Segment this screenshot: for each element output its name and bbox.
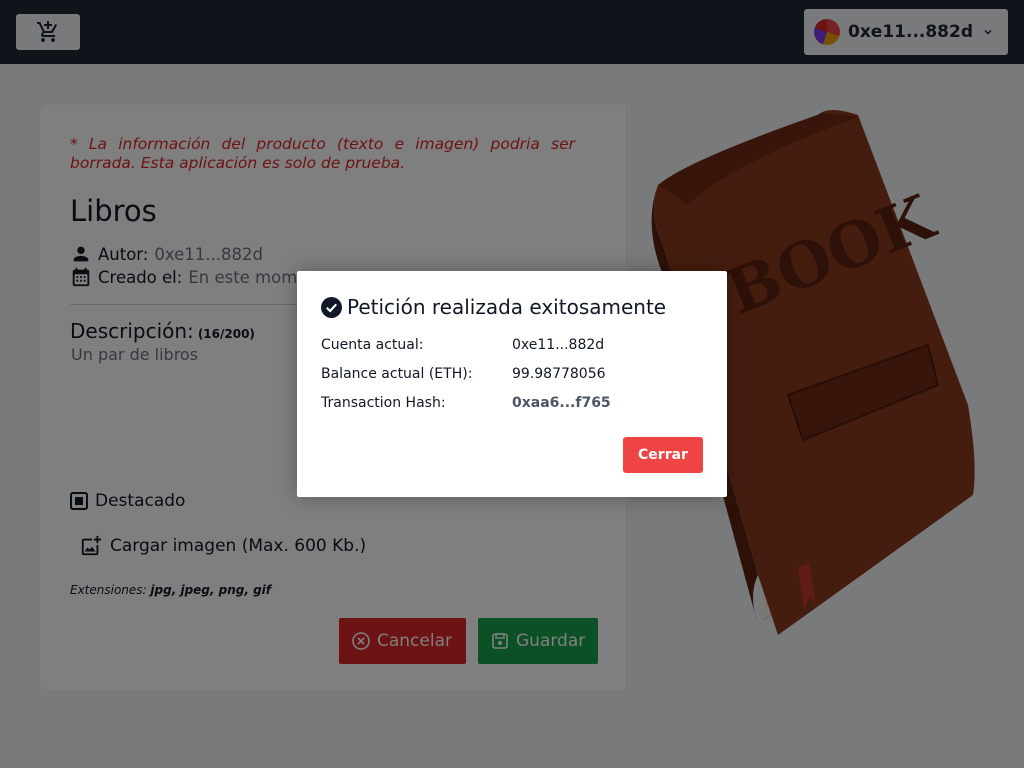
transaction-hash-label: Transaction Hash: xyxy=(321,395,446,411)
balance-value: 99.98778056 xyxy=(512,366,606,382)
modal-title-text: Petición realizada exitosamente xyxy=(347,295,667,319)
success-modal: Petición realizada exitosamente Cuenta a… xyxy=(297,271,727,497)
check-circle-icon xyxy=(321,296,342,318)
transaction-hash-link[interactable]: 0xaa6...f765 xyxy=(512,395,611,411)
modal-title: Petición realizada exitosamente xyxy=(321,295,666,319)
close-button[interactable]: Cerrar xyxy=(623,437,703,473)
current-account-label: Cuenta actual: xyxy=(321,337,424,353)
current-account-value: 0xe11...882d xyxy=(512,337,605,353)
balance-label: Balance actual (ETH): xyxy=(321,366,473,382)
